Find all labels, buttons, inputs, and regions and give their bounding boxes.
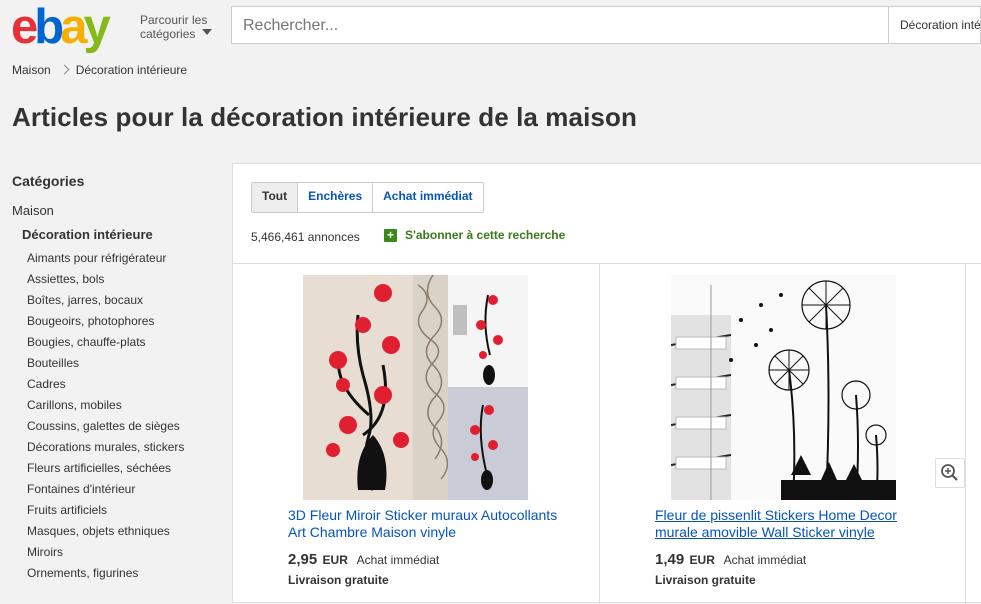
chevron-right-icon: [59, 64, 70, 75]
logo-letter: y: [83, 0, 110, 54]
listing-price-row: 2,95 EUR Achat immédiat: [288, 551, 439, 568]
divider: [233, 263, 981, 264]
search-category-select[interactable]: Décoration intérieure: [888, 7, 981, 43]
listing-title-link[interactable]: Fleur de pissenlit Stickers Home Decor m…: [655, 507, 925, 541]
listing-image[interactable]: [303, 274, 528, 500]
category-sidebar: Catégories Maison Décoration intérieure …: [12, 173, 222, 584]
logo-letter: a: [60, 0, 87, 54]
subcategory-link[interactable]: Miroirs: [27, 542, 222, 563]
subcategory-link[interactable]: Masques, objets ethniques: [27, 521, 222, 542]
listing-shipping: Livraison gratuite: [288, 573, 389, 587]
listing-currency: EUR: [689, 553, 715, 567]
results-panel: Tout Enchères Achat immédiat 5,466,461 a…: [232, 163, 981, 604]
sidebar-heading: Catégories: [12, 173, 85, 189]
subcategory-link[interactable]: Carillons, mobiles: [27, 395, 222, 416]
listing-format: Achat immédiat: [723, 553, 807, 567]
browse-label-line1: Parcourir les: [140, 13, 208, 27]
search-input[interactable]: [241, 15, 875, 37]
subcategory-link[interactable]: Fontaines d'intérieur: [27, 479, 222, 500]
breadcrumb-home-link[interactable]: Maison: [12, 63, 51, 77]
subcategory-link[interactable]: Ornements, figurines: [27, 563, 222, 584]
browse-categories-button[interactable]: Parcourir les catégories: [140, 13, 212, 41]
ebay-logo[interactable]: ebay: [11, 0, 111, 54]
listing-format: Achat immédiat: [356, 553, 440, 567]
listing-price-row: 1,49 EUR Achat immédiat: [655, 551, 806, 568]
site-header: ebay Parcourir les catégories Décoration…: [0, 0, 981, 54]
results-count: 5,466,461 annonces: [251, 230, 360, 244]
subcategory-link[interactable]: Bougeoirs, photophores: [27, 311, 222, 332]
listing-shipping: Livraison gratuite: [655, 573, 756, 587]
zoom-button[interactable]: [935, 458, 965, 488]
divider: [965, 264, 966, 604]
listing-format-tabs: Tout Enchères Achat immédiat: [251, 182, 484, 213]
subcategory-link[interactable]: Aimants pour réfrigérateur: [27, 248, 222, 269]
divider: [599, 264, 600, 604]
browse-label-line2: catégories: [140, 27, 196, 41]
subscribe-label: S'abonner à cette recherche: [405, 228, 566, 242]
subcategory-link[interactable]: Décorations murales, stickers: [27, 437, 222, 458]
subcategory-link[interactable]: Cadres: [27, 374, 222, 395]
subcategory-link[interactable]: Boîtes, jarres, bocaux: [27, 290, 222, 311]
page-title: Articles pour la décoration intérieure d…: [12, 102, 637, 132]
listing-price: 2,95: [288, 551, 318, 568]
listing-image[interactable]: [670, 275, 896, 501]
tab-buy-it-now[interactable]: Achat immédiat: [372, 183, 482, 212]
subscribe-search-link[interactable]: + S'abonner à cette recherche: [384, 228, 565, 242]
logo-letter: b: [34, 0, 64, 54]
subcategory-link[interactable]: Bougies, chauffe-plats: [27, 332, 222, 353]
listing-title-link[interactable]: 3D Fleur Miroir Sticker muraux Autocolla…: [288, 507, 558, 541]
plus-icon: +: [384, 228, 397, 242]
subcategory-link[interactable]: Bouteilles: [27, 353, 222, 374]
caret-down-icon: [202, 29, 212, 35]
subcategory-link[interactable]: Fleurs artificielles, séchées: [27, 458, 222, 479]
subcategory-link[interactable]: Assiettes, bols: [27, 269, 222, 290]
logo-letter: e: [11, 0, 38, 54]
breadcrumb: Maison Décoration intérieure: [12, 63, 187, 77]
breadcrumb-current: Décoration intérieure: [75, 63, 188, 77]
subcategory-list: Aimants pour réfrigérateur Assiettes, bo…: [27, 248, 222, 584]
sidebar-category-maison[interactable]: Maison: [12, 203, 222, 218]
listing-price: 1,49: [655, 551, 685, 568]
tab-all[interactable]: Tout: [252, 183, 298, 212]
search-bar: Décoration intérieure: [231, 6, 981, 44]
listing-currency: EUR: [322, 553, 348, 567]
subcategory-link[interactable]: Fruits artificiels: [27, 500, 222, 521]
zoom-in-icon: [941, 464, 958, 481]
sidebar-category-decoration[interactable]: Décoration intérieure: [22, 227, 222, 242]
subcategory-link[interactable]: Coussins, galettes de sièges: [27, 416, 222, 437]
tab-auctions[interactable]: Enchères: [297, 183, 372, 212]
